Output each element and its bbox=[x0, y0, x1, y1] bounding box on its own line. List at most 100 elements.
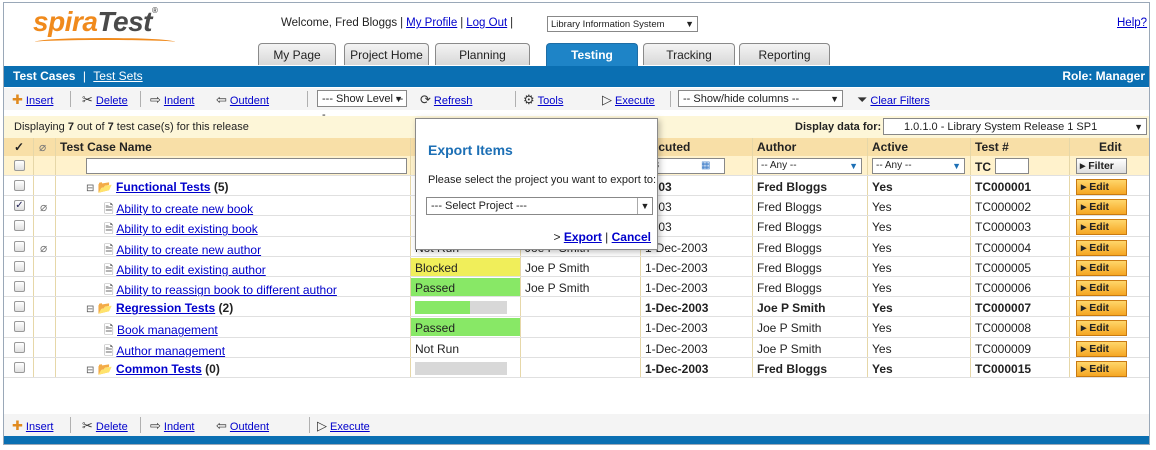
table-row[interactable]: ⊟ 📂 Regression Tests (2) 1-Dec-2003 Joe P … bbox=[4, 297, 1149, 318]
edit-button[interactable]: ▸ Edit bbox=[1076, 179, 1127, 195]
log-out-link[interactable]: Log Out bbox=[466, 17, 507, 29]
test-case-name-link[interactable]: Ability to edit existing book bbox=[116, 222, 257, 235]
edit-button[interactable]: ▸ Edit bbox=[1076, 259, 1127, 276]
indent-label: Indent bbox=[163, 95, 195, 107]
active-column-header[interactable]: Active bbox=[868, 138, 971, 156]
paperclip-icon[interactable]: ⌀ bbox=[40, 241, 47, 255]
insert-button[interactable]: ✚ Insert bbox=[12, 92, 53, 108]
author-value: Fred Bloggs bbox=[757, 260, 822, 275]
show-level-select[interactable]: --- Show Level --- ▼ bbox=[317, 90, 407, 121]
test-case-name-link[interactable]: Book management bbox=[117, 323, 218, 336]
owner-value: Joe P Smith bbox=[525, 260, 590, 275]
edit-button[interactable]: ▸ Edit bbox=[1076, 360, 1127, 377]
edit-column-label: Edit bbox=[1099, 140, 1122, 154]
row-checkbox[interactable] bbox=[14, 361, 25, 373]
table-row[interactable]: 🗎 Book management Passed 1-Dec-2003 Joe P S… bbox=[4, 317, 1149, 338]
funnel-icon: ⏷ bbox=[857, 92, 868, 107]
row-checkbox[interactable] bbox=[14, 240, 25, 252]
test-number-column-header[interactable]: Test # bbox=[971, 138, 1070, 156]
export-project-select[interactable]: --- Select Project --- ▼ bbox=[426, 197, 653, 215]
outdent-button[interactable]: ⇦ Outdent bbox=[216, 418, 269, 434]
tab-project-home[interactable]: Project Home bbox=[344, 43, 429, 65]
name-cell: 🗎 Ability to create new author bbox=[56, 236, 411, 256]
tab-reporting[interactable]: Reporting bbox=[739, 43, 830, 65]
row-checkbox[interactable] bbox=[14, 281, 25, 292]
row-checkbox[interactable] bbox=[14, 341, 25, 353]
active-filter-select[interactable]: -- Any -- ▼ bbox=[872, 158, 965, 174]
tab-tracking[interactable]: Tracking bbox=[643, 43, 735, 65]
calendar-icon[interactable]: ▦ bbox=[701, 159, 710, 173]
row-checkbox[interactable] bbox=[14, 321, 25, 333]
author-value: Fred Bloggs bbox=[757, 180, 828, 194]
select-all-header[interactable]: ✓ bbox=[4, 138, 34, 156]
execute-button[interactable]: ▷ Execute bbox=[602, 92, 655, 108]
edit-button[interactable]: ▸ Edit bbox=[1076, 199, 1127, 216]
edit-button[interactable]: ▸ Edit bbox=[1076, 320, 1127, 337]
project-select[interactable]: Library Information System ▼ bbox=[547, 16, 698, 32]
row-checkbox[interactable]: ✓ bbox=[14, 200, 25, 212]
name-column-header[interactable]: Test Case Name bbox=[56, 138, 411, 156]
author-column-header[interactable]: Author bbox=[753, 138, 868, 156]
row-checkbox[interactable] bbox=[14, 220, 25, 232]
toolbar-divider bbox=[307, 91, 308, 107]
expand-toggle-icon[interactable]: ⊟ bbox=[86, 365, 94, 376]
show-hide-columns-select[interactable]: -- Show/hide columns -- ▼ bbox=[678, 90, 843, 107]
refresh-button[interactable]: ⟳ Refresh bbox=[420, 92, 472, 108]
test-case-name-link[interactable]: Author management bbox=[116, 344, 225, 357]
expand-toggle-icon[interactable]: ⊟ bbox=[86, 183, 94, 194]
execute-button[interactable]: ▷ Execute bbox=[317, 418, 370, 434]
test-case-name-link[interactable]: Ability to create new book bbox=[116, 202, 253, 215]
test-case-name-link[interactable]: Regression Tests bbox=[116, 301, 215, 315]
check-cell: ✓ bbox=[4, 196, 34, 216]
test-case-name-link[interactable]: Ability to edit existing author bbox=[116, 263, 265, 276]
indent-button[interactable]: ⇨ Indent bbox=[150, 92, 195, 108]
table-row[interactable]: ⊟ 📂 Common Tests (0) 1-Dec-2003 Fred Blogg… bbox=[4, 357, 1149, 378]
cancel-link[interactable]: Cancel bbox=[612, 230, 651, 244]
release-select[interactable]: 1.0.1.0 - Library System Release 1 SP1 ▼ bbox=[883, 118, 1147, 135]
attach-cell: ⌀ bbox=[34, 196, 56, 216]
test-cases-label[interactable]: Test Cases bbox=[13, 69, 75, 83]
id-value: TC000004 bbox=[975, 240, 1032, 255]
delete-button[interactable]: ✂ Delete bbox=[82, 418, 128, 434]
test-sets-link[interactable]: Test Sets bbox=[93, 69, 142, 83]
help-link[interactable]: Help? bbox=[1117, 17, 1147, 29]
tab-testing[interactable]: Testing bbox=[546, 43, 638, 67]
attach-cell bbox=[34, 256, 56, 276]
chevron-down-icon: ▼ bbox=[394, 94, 403, 104]
tools-button[interactable]: ⚙ Tools bbox=[523, 92, 563, 108]
edit-button[interactable]: ▸ Edit bbox=[1076, 280, 1127, 296]
id-value: TC000003 bbox=[975, 220, 1032, 235]
select-all-checkbox[interactable] bbox=[14, 160, 25, 171]
insert-button[interactable]: ✚ Insert bbox=[12, 418, 53, 434]
edit-button[interactable]: ▸ Edit bbox=[1076, 340, 1127, 357]
edit-button[interactable]: ▸ Edit bbox=[1076, 239, 1127, 256]
table-row[interactable]: 🗎 Ability to reassign book to different … bbox=[4, 277, 1149, 298]
author-filter-select[interactable]: -- Any -- ▼ bbox=[757, 158, 862, 174]
expand-toggle-icon[interactable]: ⊟ bbox=[86, 304, 94, 315]
edit-button[interactable]: ▸ Edit bbox=[1076, 300, 1127, 317]
edit-button[interactable]: ▸ Edit bbox=[1076, 219, 1127, 236]
id-cell: TC000008 bbox=[971, 317, 1070, 337]
table-row[interactable]: 🗎 Ability to edit existing author Blocked… bbox=[4, 256, 1149, 277]
test-number-filter-input[interactable] bbox=[995, 158, 1029, 174]
test-case-name-link[interactable]: Common Tests bbox=[116, 362, 202, 376]
test-case-name-link[interactable]: Ability to reassign book to different au… bbox=[116, 283, 337, 296]
test-case-name-link[interactable]: Functional Tests bbox=[116, 180, 210, 194]
delete-button[interactable]: ✂ Delete bbox=[82, 92, 128, 108]
clear-filters-button[interactable]: ⏷ Clear Filters bbox=[857, 92, 930, 108]
paperclip-icon[interactable]: ⌀ bbox=[40, 200, 47, 214]
test-case-name-link[interactable]: Ability to create new author bbox=[116, 243, 261, 256]
name-filter-input[interactable] bbox=[86, 158, 407, 174]
filter-select-all[interactable] bbox=[4, 156, 34, 175]
indent-button[interactable]: ⇨ Indent bbox=[150, 418, 195, 434]
my-profile-link[interactable]: My Profile bbox=[406, 17, 457, 29]
row-checkbox[interactable] bbox=[14, 301, 25, 313]
outdent-button[interactable]: ⇦ Outdent bbox=[216, 92, 269, 108]
tab-planning[interactable]: Planning bbox=[435, 43, 530, 65]
row-checkbox[interactable] bbox=[14, 180, 25, 191]
row-checkbox[interactable] bbox=[14, 260, 25, 272]
tab-my-page[interactable]: My Page bbox=[258, 43, 336, 65]
export-link[interactable]: Export bbox=[564, 230, 602, 244]
filter-button[interactable]: ▸ Filter bbox=[1076, 158, 1127, 174]
table-row[interactable]: 🗎 Author management Not Run 1-Dec-2003 Joe … bbox=[4, 337, 1149, 358]
